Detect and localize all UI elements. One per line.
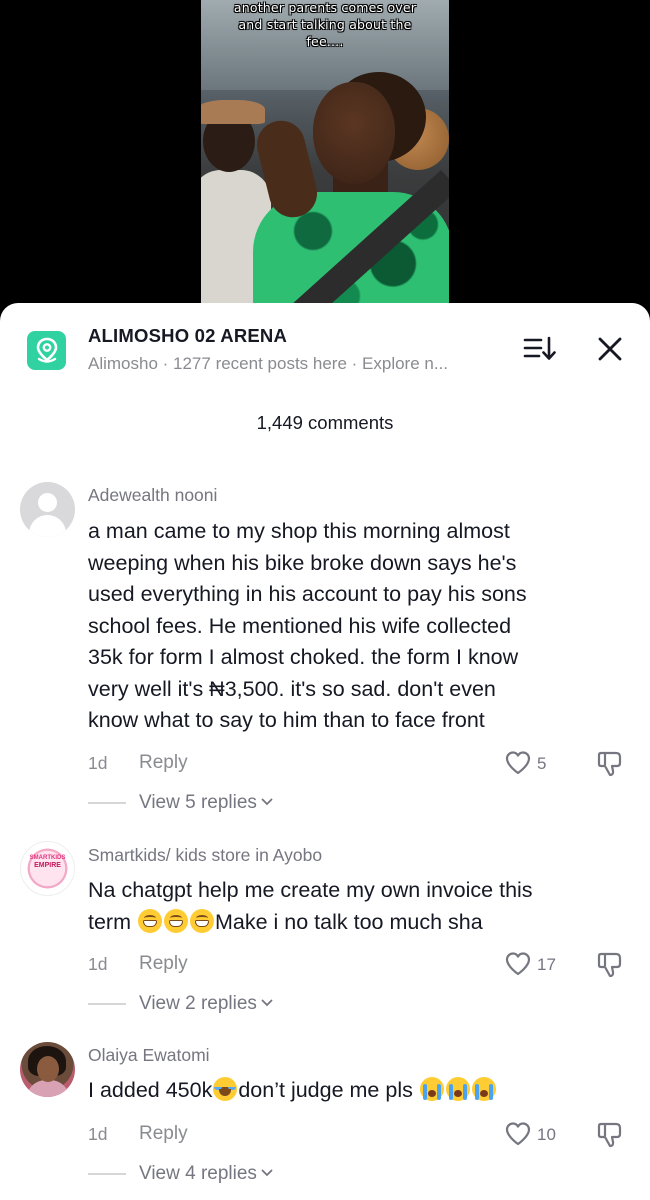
heart-icon — [505, 1122, 531, 1146]
dislike-icon[interactable] — [596, 1120, 626, 1150]
heart-icon — [505, 751, 531, 775]
avatar[interactable] — [20, 482, 75, 537]
replies-divider — [88, 1003, 126, 1005]
reply-button[interactable]: Reply — [139, 953, 188, 975]
avatar-logo-text: EMPIRE — [34, 862, 61, 869]
view-replies-label: View 2 replies — [139, 993, 257, 1014]
like-button[interactable]: 10 — [504, 1121, 564, 1149]
comment-line: school fees. He mentioned his wife colle… — [88, 613, 512, 638]
avatar[interactable]: SMARTKIDS EMPIRE — [20, 841, 75, 896]
video-caption: another parents comes over and start tal… — [201, 0, 449, 50]
replies-divider — [88, 802, 126, 804]
grinning-emoji-icon — [137, 908, 162, 933]
replies-divider — [88, 1173, 126, 1175]
avatar-body — [29, 515, 66, 537]
video-player[interactable]: another parents comes over and start tal… — [201, 0, 449, 310]
like-count: 5 — [537, 754, 547, 773]
view-replies-button[interactable]: View 5 replies — [139, 792, 273, 814]
view-replies-button[interactable]: View 4 replies — [139, 1163, 273, 1185]
passenger-cap — [201, 100, 265, 124]
avatar-face — [37, 1056, 59, 1082]
reply-button[interactable]: Reply — [139, 1123, 188, 1145]
comment-line: a man came to my shop this morning almos… — [88, 519, 510, 543]
comment-time: 1d — [88, 954, 108, 974]
caption-line: and start talking about the — [238, 17, 412, 32]
joy-emoji-icon — [213, 1077, 238, 1101]
like-count: 17 — [537, 955, 556, 974]
dislike-icon[interactable] — [596, 749, 626, 779]
comment-line: 35k for form I almost choked. the form I… — [88, 645, 519, 669]
comment-line: used everything in his account to pay hi… — [88, 582, 527, 606]
comment-line: Na chatgpt help me create my own invoice… — [88, 878, 533, 902]
heart-icon — [505, 952, 531, 976]
comment-text: a man came to my shop this morning almos… — [88, 516, 628, 737]
grinning-emoji-icon — [163, 908, 188, 933]
sort-icon[interactable] — [522, 334, 556, 364]
comments-count: 1,449 comments — [256, 412, 394, 433]
comment-text-part: I added 450k — [88, 1078, 213, 1102]
view-replies-button[interactable]: View 2 replies — [139, 993, 273, 1015]
avatar[interactable] — [20, 1042, 75, 1097]
comment-line: I added 450k don’t judge me pls — [88, 1075, 628, 1107]
comment-line: very well it's ₦3,500. it's so sad. don'… — [88, 676, 496, 701]
comment-username[interactable]: Adewealth nooni — [88, 485, 217, 506]
like-button[interactable]: 17 — [504, 951, 564, 979]
comment-text: Na chatgpt help me create my own invoice… — [88, 875, 628, 938]
sob-emoji-icon — [419, 1077, 444, 1101]
like-count: 10 — [537, 1125, 556, 1144]
place-title[interactable]: ALIMOSHO 02 ARENA — [88, 325, 287, 347]
face — [313, 82, 395, 184]
comment-line: know what to say to him than to face fro… — [88, 708, 485, 732]
comment-line: term Make i no talk too much sha — [88, 907, 628, 939]
map-pin-icon[interactable] — [27, 331, 66, 370]
comment-text-part: don’t judge me pls — [238, 1078, 419, 1102]
sob-emoji-icon — [471, 1077, 496, 1101]
chevron-down-icon — [261, 798, 273, 806]
view-replies-label: View 4 replies — [139, 1163, 257, 1184]
close-icon[interactable] — [596, 335, 624, 363]
reply-button[interactable]: Reply — [139, 752, 188, 774]
avatar-head — [38, 493, 57, 512]
comment-line: weeping when his bike broke down says he… — [88, 550, 517, 575]
comments-sheet: ALIMOSHO 02 ARENA Alimosho · 1277 recent… — [0, 303, 650, 1200]
comment-text: I added 450k don’t judge me pls — [88, 1075, 628, 1107]
caption-line: fee.... — [306, 34, 344, 49]
grinning-emoji-icon — [189, 908, 214, 933]
chevron-down-icon — [261, 1169, 273, 1177]
chevron-down-icon — [261, 999, 273, 1007]
comment-time: 1d — [88, 1124, 108, 1144]
avatar-logo-text: SMARTKIDS — [29, 855, 66, 861]
caption-line: another parents comes over — [233, 0, 417, 15]
view-replies-label: View 5 replies — [139, 792, 257, 813]
sob-emoji-icon — [445, 1077, 470, 1101]
video-background: another parents comes over and start tal… — [0, 0, 650, 330]
dislike-icon[interactable] — [596, 950, 626, 980]
place-subtitle[interactable]: Alimosho · 1277 recent posts here · Expl… — [88, 354, 448, 374]
like-button[interactable]: 5 — [504, 750, 564, 778]
comment-username[interactable]: Olaiya Ewatomi — [88, 1045, 210, 1066]
comment-username[interactable]: Smartkids/ kids store in Ayobo — [88, 845, 322, 866]
comment-time: 1d — [88, 753, 108, 773]
comment-text-part: term — [88, 909, 137, 934]
avatar-top — [26, 1080, 70, 1097]
comment-text-part: Make i no talk too much sha — [214, 909, 483, 934]
